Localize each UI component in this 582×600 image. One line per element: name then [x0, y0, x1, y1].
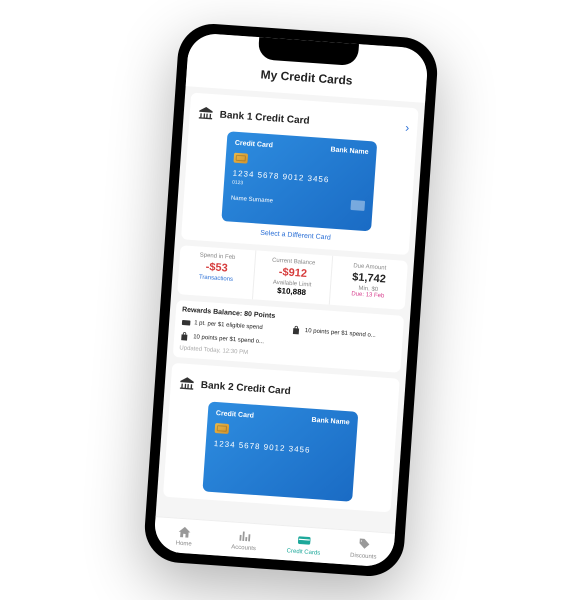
phone-frame: My Credit Cards Bank 1 Credit Card › Cre… — [142, 22, 439, 579]
cc-bank: Bank Name — [330, 146, 369, 156]
app-screen: My Credit Cards Bank 1 Credit Card › Cre… — [153, 32, 429, 567]
bag-icon — [180, 331, 191, 342]
tab-accounts[interactable]: Accounts — [213, 527, 274, 553]
spend-cell[interactable]: Spend in Feb -$53 Transactions — [177, 245, 257, 299]
tab-cards-label: Credit Cards — [286, 548, 320, 556]
tag-icon — [356, 537, 373, 552]
tab-discounts[interactable]: Discounts — [333, 536, 394, 562]
cc-label: Credit Card — [235, 140, 274, 150]
tab-home-label: Home — [176, 541, 192, 548]
balance-cell: Current Balance -$912 Available Limit $1… — [253, 250, 333, 304]
bank-icon — [178, 375, 195, 392]
home-icon — [176, 525, 193, 540]
card-network-icon — [350, 200, 365, 211]
cc-holder-name: Name Surname — [231, 196, 273, 205]
bank-icon — [197, 105, 214, 122]
scroll-content[interactable]: Bank 1 Credit Card › Credit Card Bank Na… — [156, 86, 425, 533]
tab-accounts-label: Accounts — [231, 544, 256, 552]
card2-title: Bank 2 Credit Card — [200, 379, 390, 403]
card1-section: Bank 1 Credit Card › Credit Card Bank Na… — [181, 93, 419, 256]
credit-card-2[interactable]: Credit Card Bank Name 1234 5678 9012 345… — [202, 402, 358, 502]
tab-home[interactable]: Home — [154, 523, 215, 549]
card2-section: Bank 2 Credit Card Credit Card Bank Name… — [163, 363, 400, 513]
card-chip-icon — [233, 153, 248, 164]
card-icon — [181, 317, 192, 328]
tab-discounts-label: Discounts — [350, 553, 377, 561]
credit-card-1[interactable]: Credit Card Bank Name 1234 5678 9012 345… — [221, 131, 377, 231]
chevron-right-icon: › — [405, 121, 410, 135]
credit-card-icon — [296, 533, 313, 548]
chart-icon — [236, 529, 253, 544]
cc-number: 1234 5678 9012 3456 — [213, 439, 347, 457]
card-chip-icon — [215, 423, 230, 434]
tab-credit-cards[interactable]: Credit Cards — [273, 531, 334, 557]
card1-title: Bank 1 Credit Card — [219, 109, 399, 133]
bag-icon — [292, 325, 303, 336]
cc-bank: Bank Name — [311, 417, 350, 427]
rewards-section: Rewards Balance: 80 Points 1 pt. per $1 … — [173, 300, 404, 373]
stats-row: Spend in Feb -$53 Transactions Current B… — [177, 245, 408, 310]
due-cell: Due Amount $1,742 Min. $0 Due: 13 Feb — [329, 256, 408, 310]
cc-label: Credit Card — [216, 410, 255, 420]
